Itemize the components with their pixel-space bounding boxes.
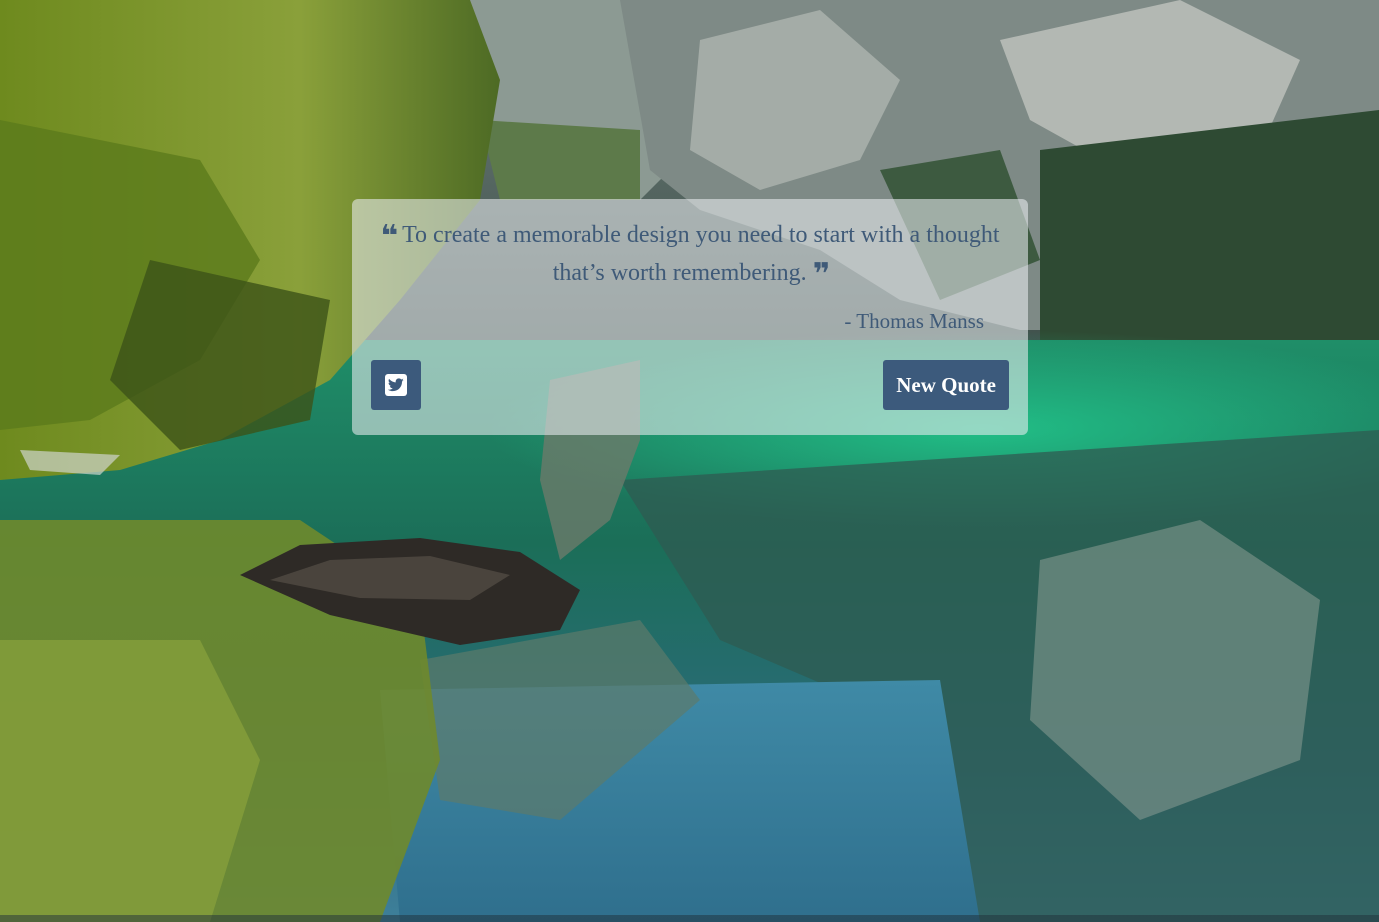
quote-author: - Thomas Manss: [844, 309, 984, 333]
new-quote-button[interactable]: New Quote: [883, 360, 1009, 410]
quote-card: ❝ To create a memorable design you need t…: [352, 199, 1028, 435]
quote-text-block: ❝ To create a memorable design you need t…: [376, 217, 1004, 293]
background-landscape-image: [0, 0, 1379, 922]
quote-right-icon: ❞: [812, 257, 831, 292]
twitter-square-icon: [385, 374, 407, 396]
quote-left-icon: ❝: [380, 219, 398, 254]
quote-text: To create a memorable design you need to…: [402, 222, 1000, 286]
tweet-quote-button[interactable]: [371, 360, 421, 410]
